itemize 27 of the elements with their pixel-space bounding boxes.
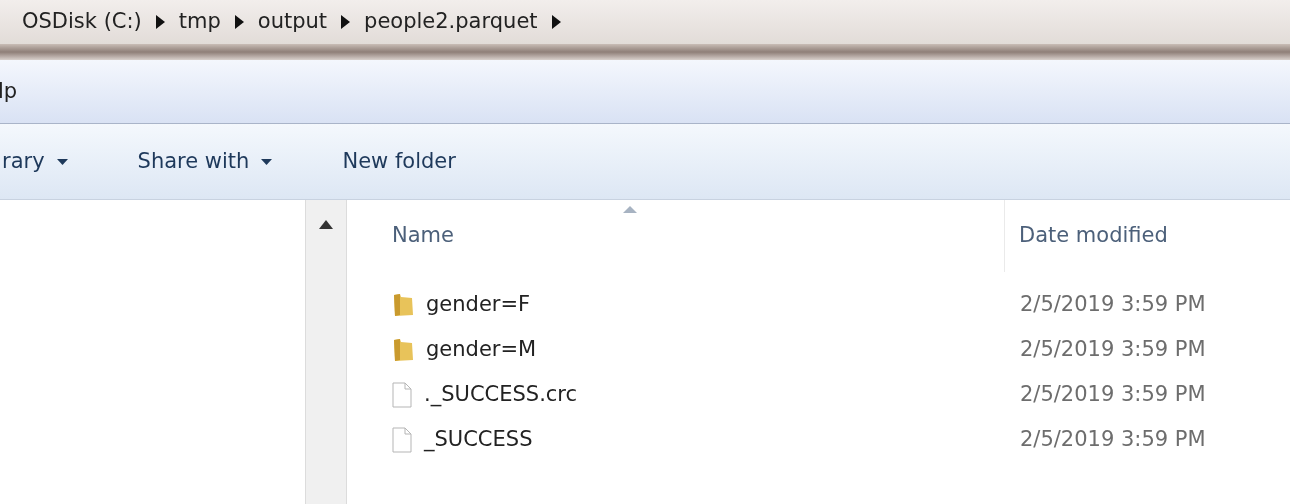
breadcrumb-arrow-icon[interactable]	[155, 15, 165, 29]
scroll-up-icon[interactable]	[319, 220, 333, 229]
breadcrumb-item[interactable]: output	[257, 6, 328, 38]
toolbar-button[interactable]: rary	[2, 145, 68, 178]
file-name[interactable]: gender=F	[426, 288, 531, 321]
date-modified: 2/5/2019 3:59 PM	[1020, 381, 1206, 406]
column-header[interactable]: Name	[347, 200, 1005, 272]
toolbar-button[interactable]: Share with	[137, 145, 273, 178]
date-modified: 2/5/2019 3:59 PM	[1020, 336, 1206, 361]
toolbar-button[interactable]: New folder	[342, 145, 456, 178]
file-icon	[392, 381, 412, 408]
breadcrumb-arrow-icon[interactable]	[551, 15, 561, 29]
file-icon	[392, 426, 412, 453]
file-name[interactable]: _SUCCESS	[424, 423, 533, 456]
breadcrumb-item[interactable]: tmp	[178, 6, 221, 38]
date-modified: 2/5/2019 3:59 PM	[1020, 291, 1206, 316]
breadcrumb-arrow-icon[interactable]	[234, 15, 244, 29]
file-name[interactable]: gender=M	[426, 333, 537, 366]
breadcrumb-item[interactable]: OSDisk (C:)	[22, 6, 142, 38]
file-name[interactable]: ._SUCCESS.crc	[424, 378, 578, 411]
column-header[interactable]: Date modified	[1005, 200, 1290, 272]
menu-item[interactable]: lp	[0, 75, 18, 108]
breadcrumb-item[interactable]: people2.parquet	[364, 6, 538, 38]
folder-icon	[392, 337, 414, 362]
date-modified: 2/5/2019 3:59 PM	[1020, 426, 1206, 451]
folder-icon	[392, 292, 414, 317]
breadcrumb-arrow-icon[interactable]	[341, 15, 351, 29]
